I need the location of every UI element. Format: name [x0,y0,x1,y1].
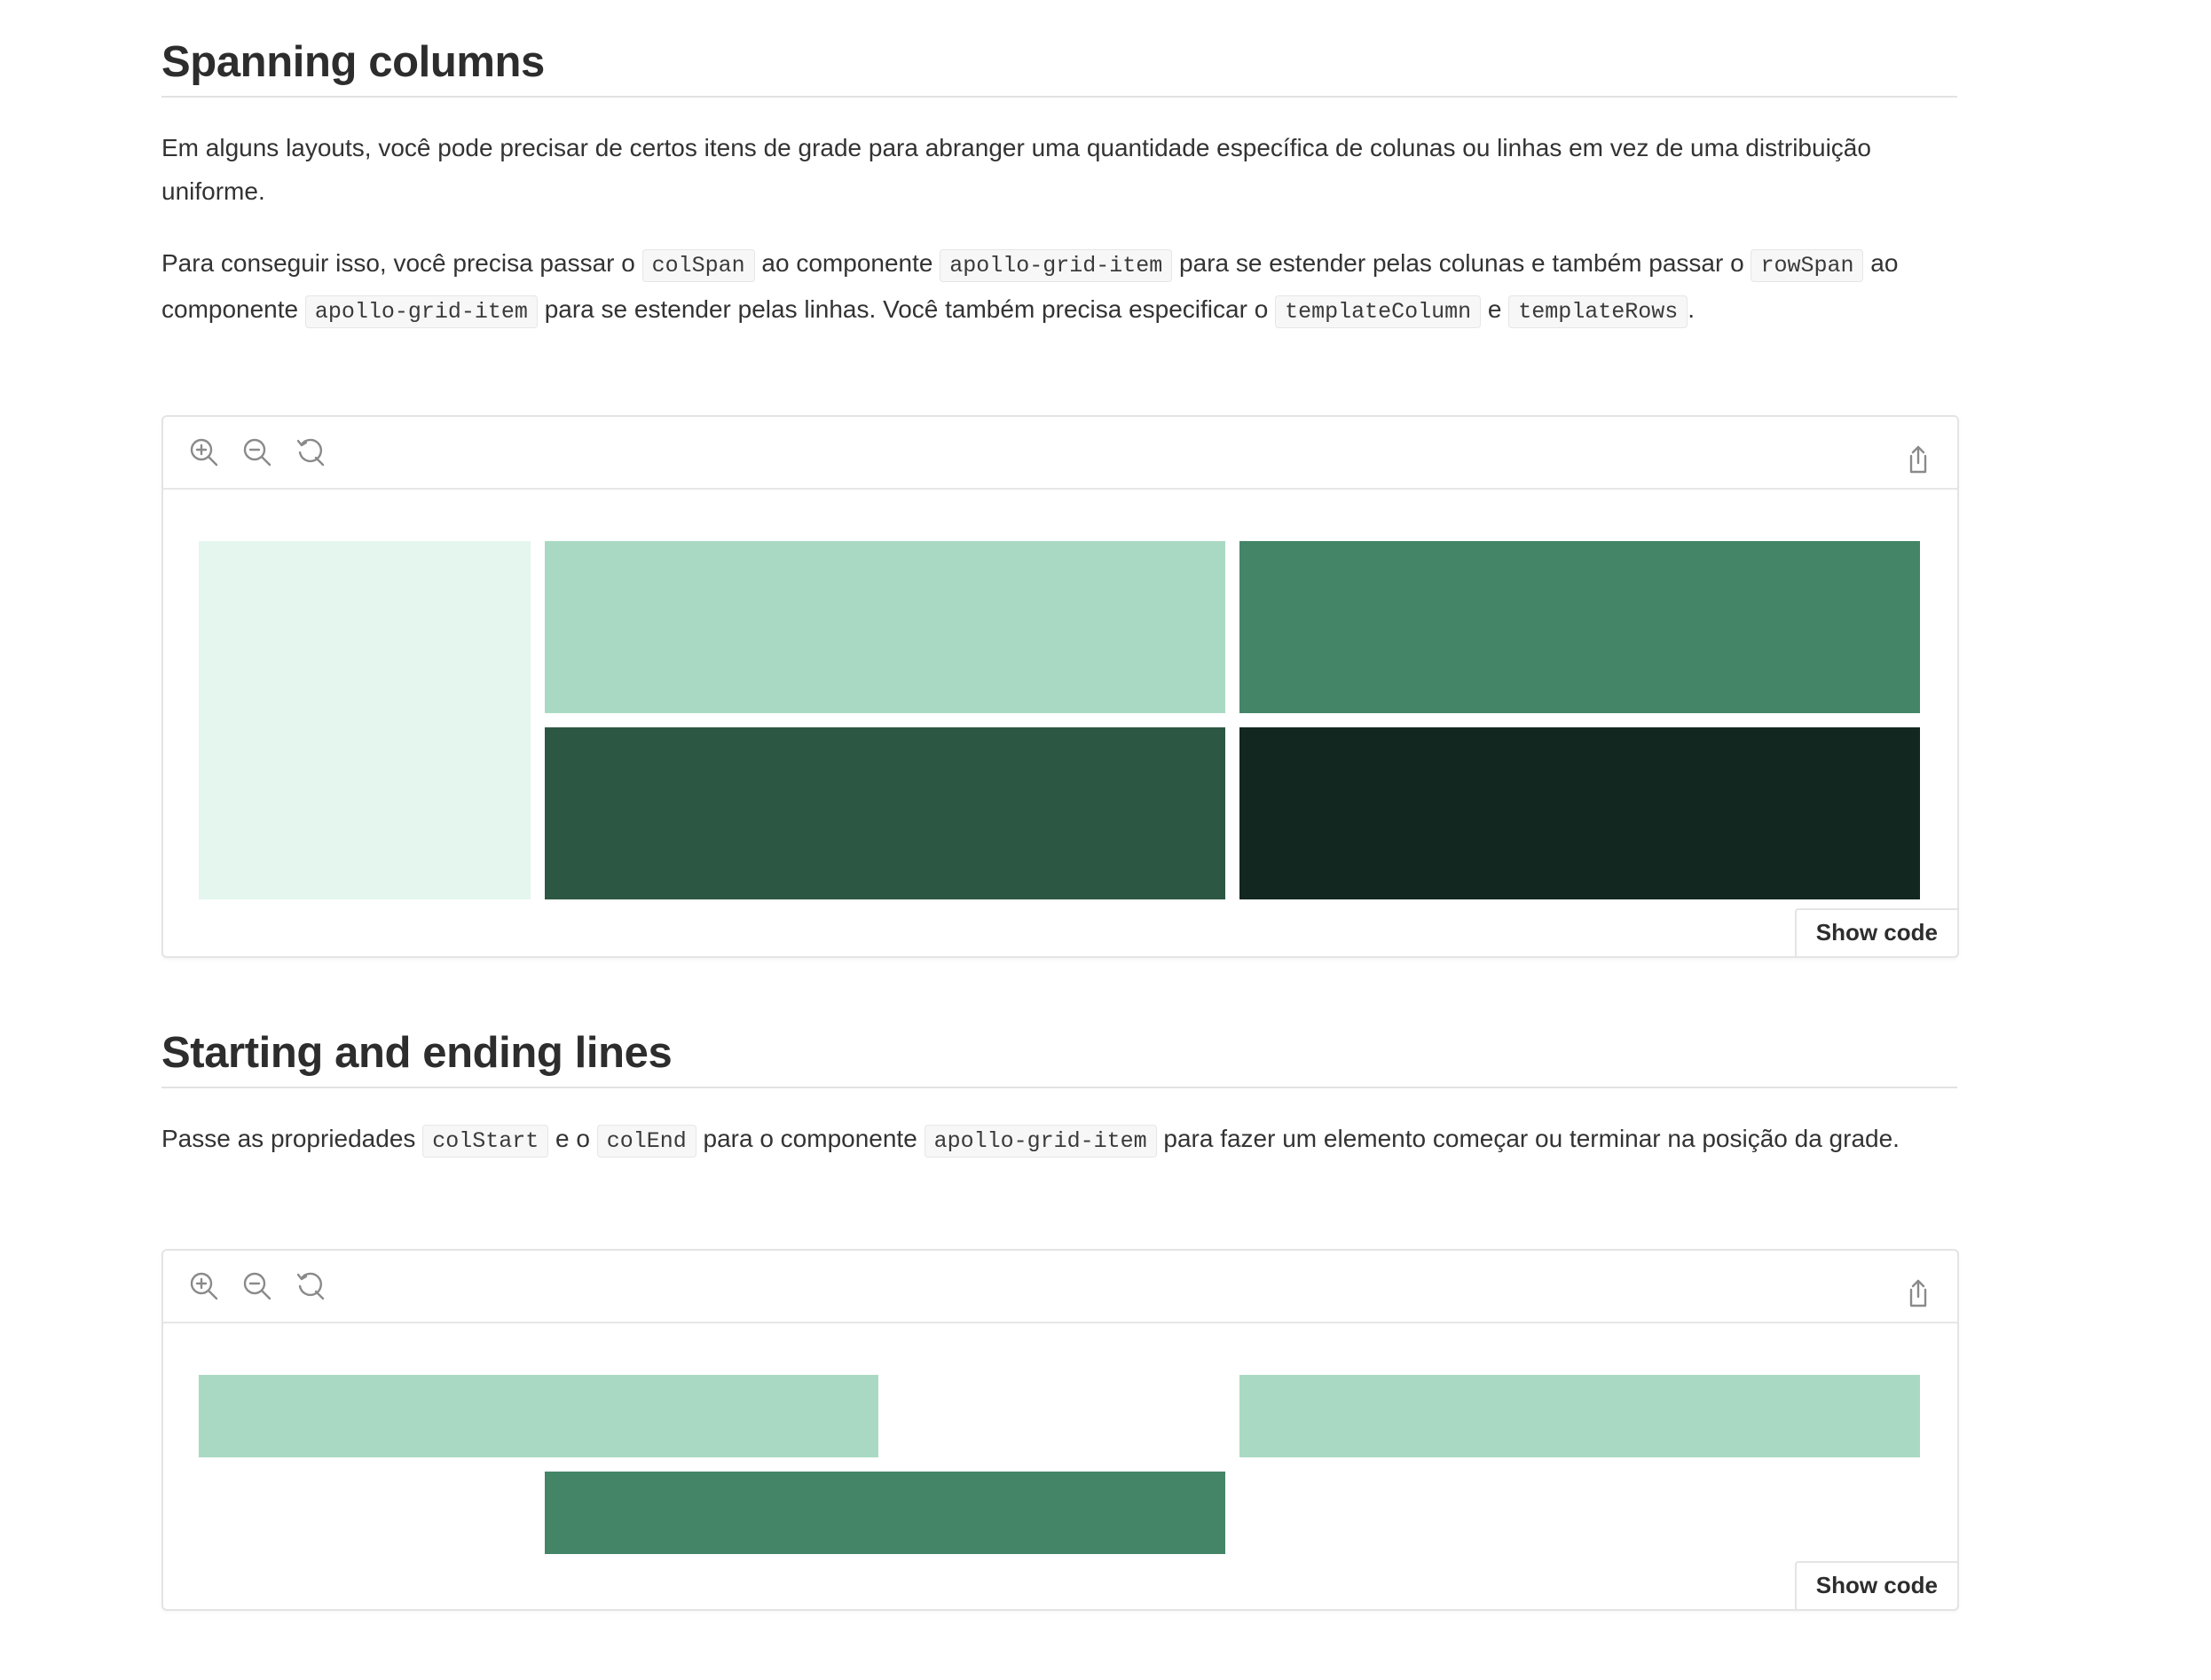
text-fragment: e o [548,1125,597,1152]
grid-item [1239,727,1920,899]
starting-ending-paragraph: Passe as propriedades colStart e o colEn… [161,1117,1957,1163]
code-apollo-grid-item: apollo-grid-item [924,1125,1157,1158]
zoom-in-icon[interactable] [188,1270,220,1302]
reset-icon[interactable] [295,436,327,468]
text-fragment: Passe as propriedades [161,1125,423,1152]
grid-item [199,1375,878,1457]
spanning-instructions-paragraph: Para conseguir isso, você precisa passar… [161,241,1957,334]
code-templatecolumn: templateColumn [1275,295,1482,328]
text-fragment: para fazer um elemento começar ou termin… [1156,1125,1900,1152]
code-apollo-grid-item: apollo-grid-item [304,295,538,328]
text-fragment: para se estender pelas linhas. Você tamb… [537,295,1276,323]
show-code-button[interactable]: Show code [1794,908,1959,958]
code-rowspan: rowSpan [1751,249,1864,282]
show-code-button[interactable]: Show code [1794,1561,1959,1611]
grid-item [1239,1375,1920,1457]
zoom-out-icon[interactable] [241,1270,273,1302]
reset-icon[interactable] [295,1270,327,1302]
section-heading-starting-ending-lines: Starting and ending lines [161,1028,1957,1088]
code-apollo-grid-item: apollo-grid-item [940,249,1173,282]
zoom-out-icon[interactable] [241,436,273,468]
demo-toolbar [163,417,1957,490]
text-fragment: Para conseguir isso, você precisa passar… [161,249,642,277]
text-fragment: para o componente [696,1125,925,1152]
grid-item-rowspan [199,541,531,899]
code-templaterows: templateRows [1508,295,1688,328]
grid-demo-start-end: Show code [161,1249,1959,1611]
text-fragment: e [1481,295,1509,323]
code-colstart: colStart [422,1125,549,1158]
share-icon[interactable] [1902,444,1934,475]
demo-toolbar [163,1251,1957,1323]
text-fragment: . [1688,295,1696,323]
grid-demo-spanning: Show code [161,415,1959,958]
spanning-intro-paragraph: Em alguns layouts, você pode precisar de… [161,134,1871,205]
zoom-in-icon[interactable] [188,436,220,468]
code-colend: colEnd [596,1125,696,1158]
grid-stage [199,1322,1922,1570]
grid-item [545,727,1225,899]
text-fragment: para se estender pelas colunas e também … [1172,249,1751,277]
code-colspan: colSpan [641,249,755,282]
grid-stage [199,488,1922,914]
grid-item [545,1472,1225,1554]
grid-item [1239,541,1920,713]
section-heading-spanning-columns: Spanning columns [161,37,1957,98]
grid-item [545,541,1225,713]
share-icon[interactable] [1902,1277,1934,1309]
text-fragment: ao componente [754,249,940,277]
